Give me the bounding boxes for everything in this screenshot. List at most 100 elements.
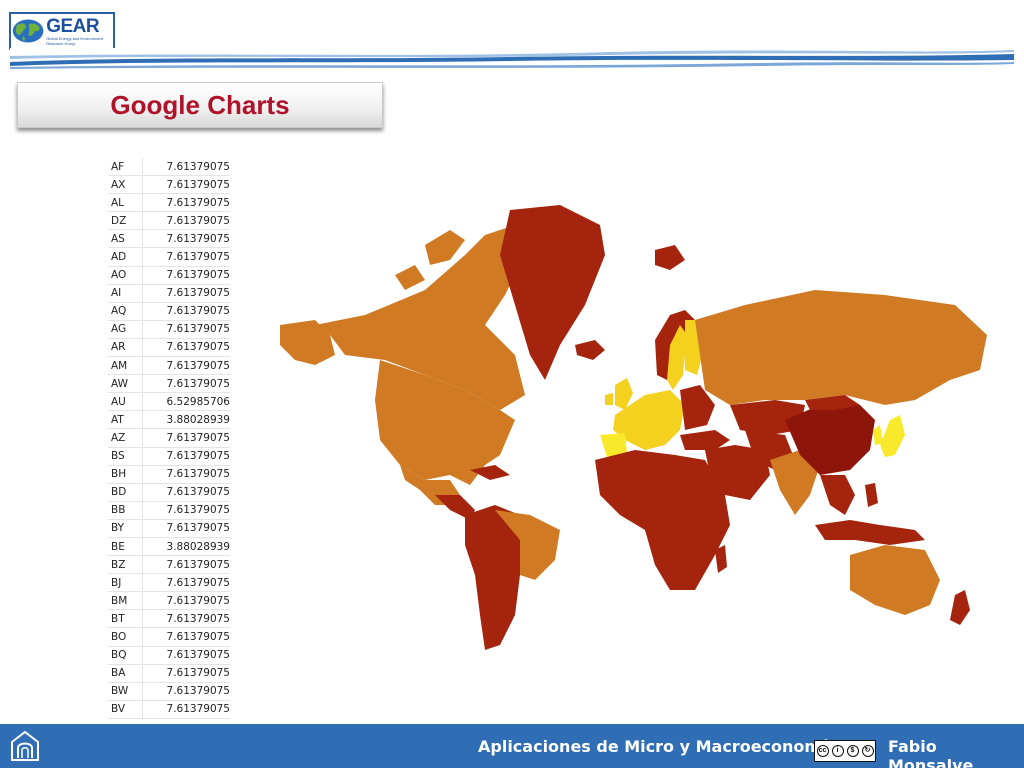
value-cell: 7.61379075	[142, 700, 230, 719]
nc-icon: $	[846, 745, 859, 757]
table-row: BZ 7.61379075	[108, 555, 230, 575]
country-code-cell: BB	[108, 501, 143, 520]
table-row: BQ 7.61379075	[108, 646, 230, 665]
value-cell: 3.88028939	[142, 537, 230, 557]
region-southeast-asia[interactable]	[820, 475, 855, 515]
country-code-cell: AX	[108, 175, 143, 195]
region-svalbard[interactable]	[655, 245, 685, 270]
table-body: AF 7.61379075 AX 7.61379075 AL 7.61379075 DZ 7.…	[108, 158, 230, 719]
table-row: AX 7.61379075	[108, 175, 230, 195]
by-icon: i	[831, 745, 844, 757]
region-africa[interactable]	[595, 450, 730, 590]
table-row: DZ 7.61379075	[108, 211, 230, 231]
table-row: BJ 7.61379075	[108, 573, 230, 593]
country-code-cell: AM	[108, 356, 143, 376]
table-row: BO 7.61379075	[108, 627, 230, 647]
value-cell: 3.88028939	[142, 410, 230, 430]
table-row: BS 7.61379075	[108, 447, 230, 466]
value-cell: 7.61379075	[142, 447, 230, 466]
value-cell: 7.61379075	[142, 465, 230, 484]
table-row: BW 7.61379075	[108, 682, 230, 701]
country-code-cell: BE	[108, 537, 143, 557]
region-philippines[interactable]	[865, 483, 878, 507]
country-code-cell: AZ	[108, 428, 143, 448]
table-row: AO 7.61379075	[108, 266, 230, 285]
country-code-cell: BV	[108, 700, 143, 719]
table-row: BY 7.61379075	[108, 519, 230, 538]
country-code-cell: AQ	[108, 302, 143, 321]
table-row: BT 7.61379075	[108, 609, 230, 629]
country-code-cell: AS	[108, 229, 143, 249]
value-cell: 7.61379075	[142, 374, 230, 394]
value-cell: 7.61379075	[142, 320, 230, 339]
table-row: AR 7.61379075	[108, 338, 230, 358]
value-cell: 7.61379075	[142, 591, 230, 611]
country-code-cell: BA	[108, 664, 143, 683]
cc-license-badge: cc i $ ↻	[814, 740, 876, 762]
slide-title-box: Google Charts	[17, 82, 383, 128]
table-row: AS 7.61379075	[108, 229, 230, 249]
country-code-cell: AR	[108, 338, 143, 358]
course-title: Aplicaciones de Micro y Macroeconomía	[478, 737, 838, 756]
table-row: BM 7.61379075	[108, 591, 230, 611]
world-map-svg	[280, 205, 987, 650]
country-code-cell: BH	[108, 465, 143, 484]
region-turkey[interactable]	[680, 430, 730, 450]
table-row: AW 7.61379075	[108, 374, 230, 394]
country-code-cell: AG	[108, 320, 143, 339]
value-cell: 7.61379075	[142, 229, 230, 249]
country-code-cell: AF	[108, 158, 143, 177]
country-code-cell: BT	[108, 609, 143, 629]
table-row: AI 7.61379075	[108, 284, 230, 303]
world-geo-chart[interactable]	[275, 195, 995, 665]
country-code-cell: BJ	[108, 573, 143, 593]
country-code-cell: BY	[108, 519, 143, 538]
value-cell: 7.61379075	[142, 338, 230, 358]
table-row: BB 7.61379075	[108, 501, 230, 520]
country-code-cell: BW	[108, 682, 143, 701]
country-code-cell: BZ	[108, 555, 143, 575]
value-cell: 7.61379075	[142, 682, 230, 701]
region-madagascar[interactable]	[715, 545, 727, 573]
country-code-cell: AU	[108, 392, 143, 412]
country-code-cell: BD	[108, 483, 143, 502]
table-row: BD 7.61379075	[108, 483, 230, 502]
region-new-zealand[interactable]	[950, 590, 970, 625]
country-value-table: AF 7.61379075 AX 7.61379075 AL 7.61379075 DZ 7.…	[108, 158, 230, 719]
value-cell: 7.61379075	[142, 247, 230, 267]
table-row: AG 7.61379075	[108, 320, 230, 339]
author-name: Fabio Monsalve	[888, 737, 974, 775]
table-row: BA 7.61379075	[108, 664, 230, 683]
region-ireland[interactable]	[605, 393, 613, 405]
header-band	[10, 48, 1014, 70]
value-cell: 7.61379075	[142, 284, 230, 303]
value-cell: 7.61379075	[142, 519, 230, 538]
table-row: AF 7.61379075	[108, 158, 230, 177]
value-cell: 7.61379075	[142, 302, 230, 321]
country-code-cell: AD	[108, 247, 143, 267]
table-row: BE 3.88028939	[108, 537, 230, 557]
country-code-cell: AI	[108, 284, 143, 303]
region-iceland[interactable]	[575, 340, 605, 360]
logo-wordmark: GEAR	[46, 15, 100, 37]
value-cell: 7.61379075	[142, 483, 230, 502]
value-cell: 7.61379075	[142, 428, 230, 448]
table-row: BH 7.61379075	[108, 465, 230, 484]
country-code-cell: BQ	[108, 646, 143, 665]
region-australia[interactable]	[850, 545, 940, 615]
region-japan[interactable]	[880, 415, 905, 457]
table-row: AL 7.61379075	[108, 193, 230, 213]
gear-logo: GEAR Global Energy and Environment Resea…	[9, 12, 115, 50]
table-row: AD 7.61379075	[108, 247, 230, 267]
value-cell: 7.61379075	[142, 609, 230, 629]
table-row: BV 7.61379075	[108, 700, 230, 719]
country-code-cell: BO	[108, 627, 143, 647]
cc-icon: cc	[816, 745, 829, 757]
country-code-cell: DZ	[108, 211, 143, 231]
globe-icon	[12, 19, 44, 43]
value-cell: 6.52985706	[142, 392, 230, 412]
value-cell: 7.61379075	[142, 266, 230, 285]
footer-bar: Aplicaciones de Micro y Macroeconomía cc…	[0, 724, 1024, 775]
region-russia[interactable]	[695, 290, 987, 405]
region-indonesia[interactable]	[815, 520, 925, 545]
